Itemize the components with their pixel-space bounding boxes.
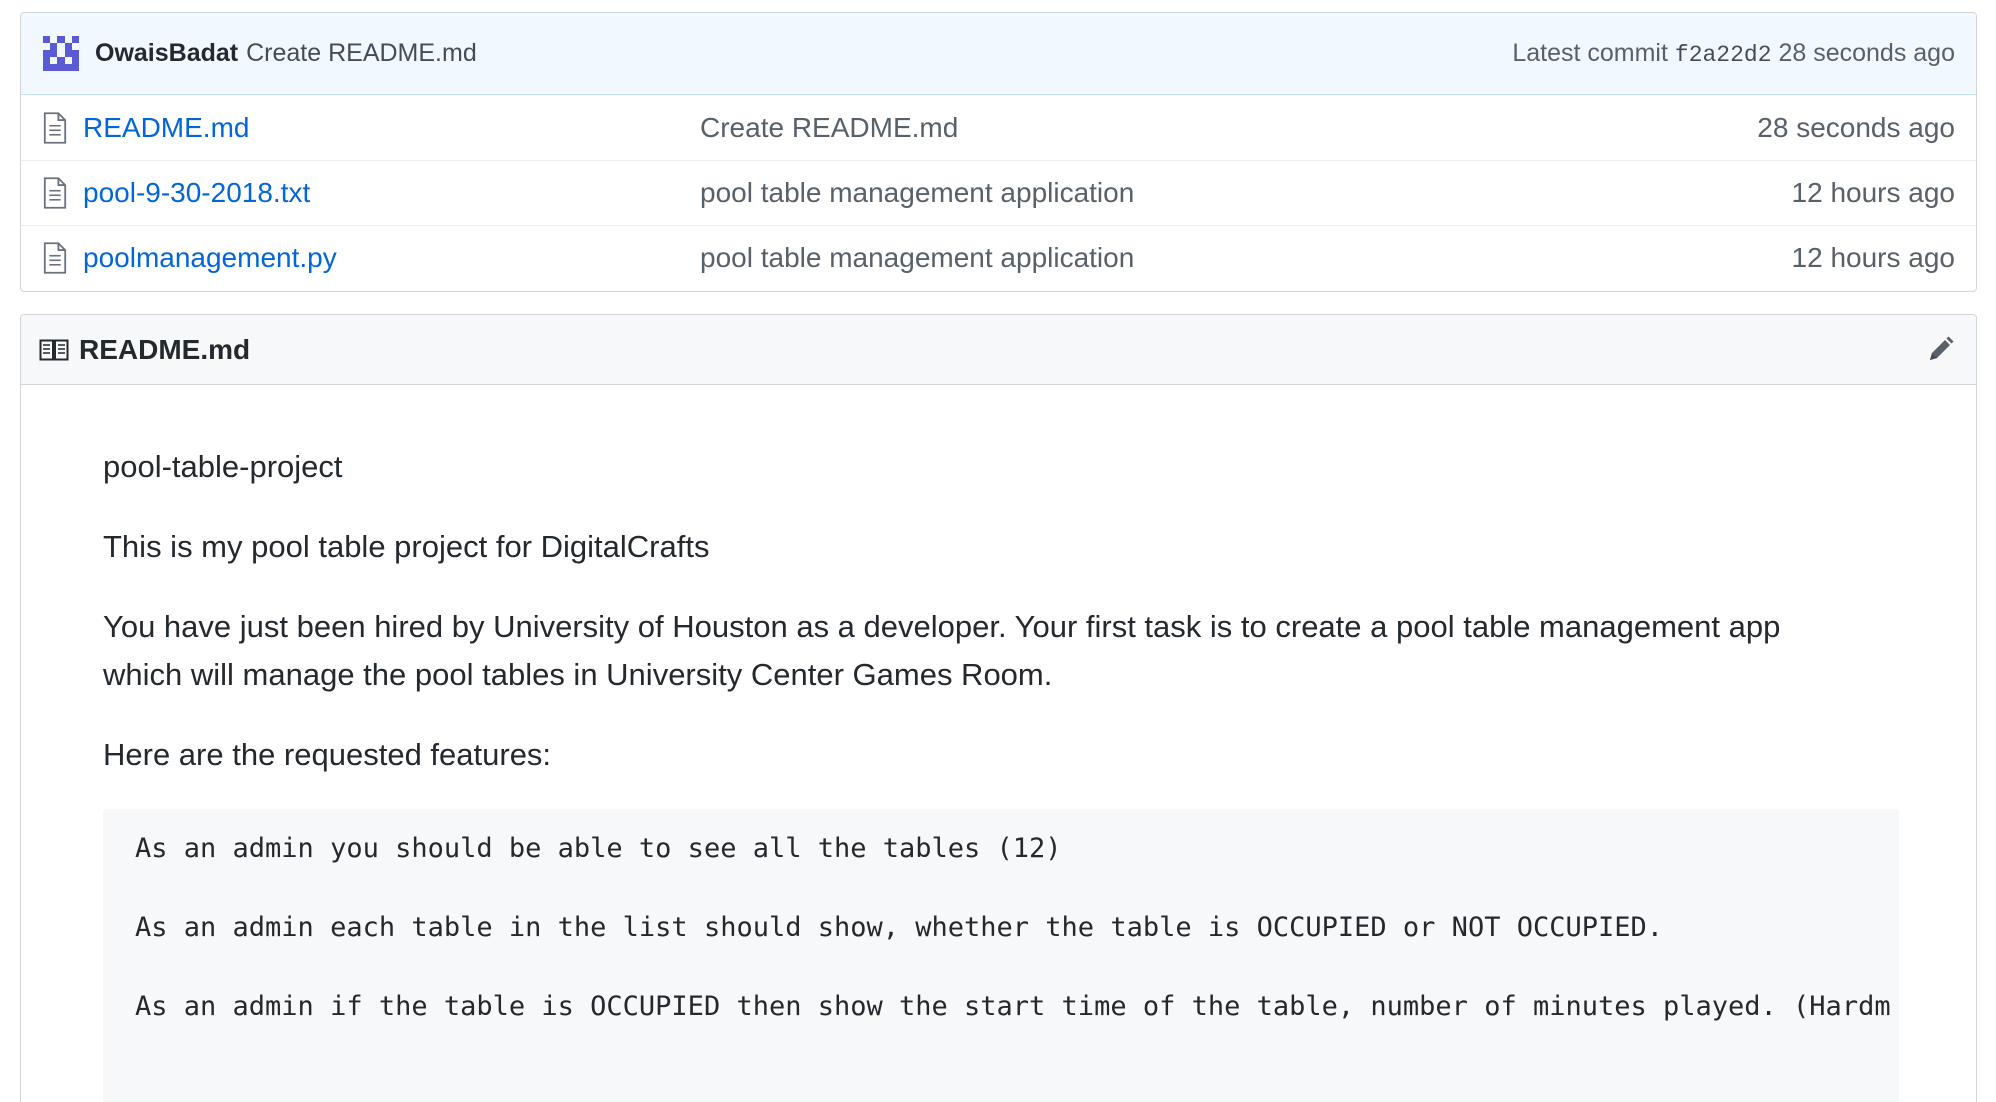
file-name-link[interactable]: pool-9-30-2018.txt (83, 177, 700, 209)
repository-page: OwaisBadat Create README.md Latest commi… (0, 0, 1996, 1102)
file-age: 12 hours ago (1791, 242, 1955, 273)
readme-header: README.md (21, 315, 1976, 385)
file-list: OwaisBadat Create README.md Latest commi… (20, 12, 1977, 292)
file-icon (43, 111, 67, 144)
commit-sha-link[interactable]: f2a22d2 (1675, 42, 1772, 68)
code-line: As an admin you should be able to see al… (135, 833, 1062, 864)
pencil-icon[interactable] (1924, 334, 1956, 366)
file-name-link[interactable]: poolmanagement.py (83, 242, 700, 274)
commit-age: 28 seconds ago (1778, 39, 1955, 67)
file-age: 12 hours ago (1791, 177, 1955, 208)
latest-commit-label: Latest commit (1512, 39, 1668, 67)
file-commit-message-link[interactable]: pool table management application (700, 177, 1792, 209)
commit-author-link[interactable]: OwaisBadat (95, 39, 238, 68)
file-commit-message-link[interactable]: pool table management application (700, 242, 1792, 274)
readme-panel: README.md pool-table-project This is my … (20, 314, 1977, 1102)
file-age: 28 seconds ago (1757, 111, 1955, 143)
file-row: README.md Create README.md 28 seconds ag… (21, 95, 1976, 160)
book-icon (39, 339, 69, 360)
readme-paragraph-line-2: which will manage the pool tables in Uni… (103, 657, 1053, 692)
latest-commit-info: Latest commit f2a22d2 28 seconds ago (1512, 39, 1955, 68)
commit-message-link[interactable]: Create README.md (246, 39, 477, 68)
author-avatar[interactable] (43, 35, 79, 72)
file-commit-message-link[interactable]: Create README.md (700, 112, 1757, 144)
readme-features-intro: Here are the requested features: (103, 737, 552, 772)
latest-commit-bar: OwaisBadat Create README.md Latest commi… (21, 13, 1976, 95)
code-line: As an admin each table in the list shoul… (135, 912, 1664, 943)
file-row: pool-9-30-2018.txt pool table management… (21, 160, 1976, 225)
file-icon (43, 177, 67, 209)
readme-heading: pool-table-project (103, 449, 343, 484)
file-icon (43, 242, 67, 274)
file-name-link[interactable]: README.md (83, 112, 700, 144)
file-row: poolmanagement.py pool table management … (21, 225, 1976, 290)
code-block: As an admin you should be able to see al… (103, 809, 1899, 1102)
readme-intro: This is my pool table project for Digita… (103, 529, 710, 564)
readme-title: README.md (79, 333, 251, 365)
readme-paragraph-line-1: You have just been hired by University o… (103, 609, 1781, 644)
code-line: As an admin if the table is OCCUPIED the… (135, 991, 1891, 1022)
